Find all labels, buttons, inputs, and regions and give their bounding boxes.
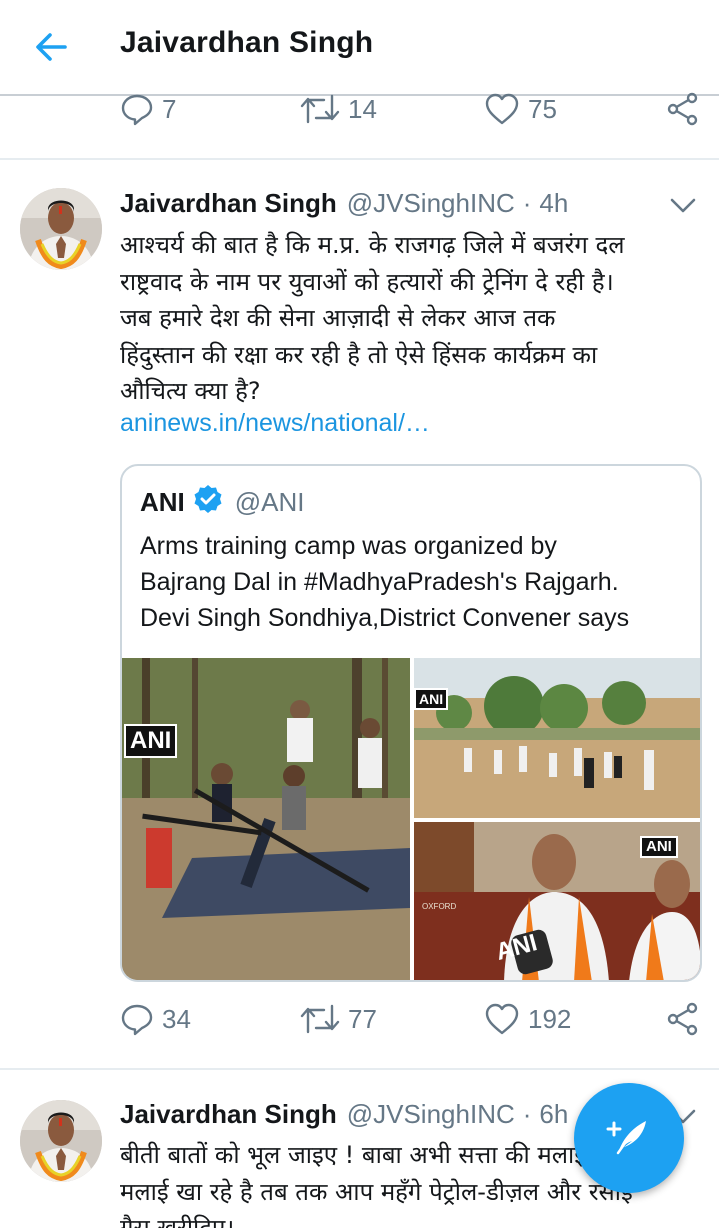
tweet-header: Jaivardhan Singh @JVSinghINC · 6h [120,1099,568,1130]
author-name[interactable]: Jaivardhan Singh [120,1099,337,1130]
avatar-photo [20,1100,102,1182]
author-handle[interactable]: @JVSinghINC [347,1099,515,1130]
tweet-time: 6h [539,1099,569,1129]
tweet[interactable]: Jaivardhan Singh @JVSinghINC · 6h बीती ब… [0,0,719,1228]
compose-tweet-button[interactable] [574,1083,684,1193]
compose-feather-icon [606,1121,646,1155]
separator-dot: · [522,1099,532,1129]
avatar[interactable] [20,1100,102,1182]
tweet-text-line: गैस खरीदिए। [120,1214,235,1228]
